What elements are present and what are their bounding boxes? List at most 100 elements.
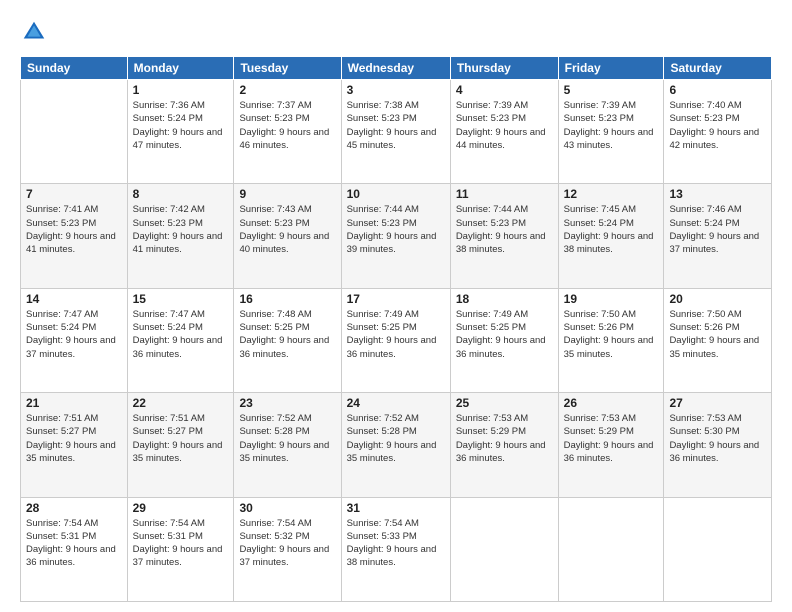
calendar-cell: 22Sunrise: 7:51 AMSunset: 5:27 PMDayligh…	[127, 393, 234, 497]
day-info: Sunrise: 7:38 AMSunset: 5:23 PMDaylight:…	[347, 99, 445, 152]
day-number: 8	[133, 187, 229, 201]
calendar-cell: 15 Sunrise: 7:47 AMSunset: 5:24 PMDayligh…	[127, 288, 234, 392]
calendar-cell: 14 Sunrise: 7:47 AMSunset: 5:24 PMDayligh…	[21, 288, 128, 392]
day-number: 3	[347, 83, 445, 97]
calendar-cell: 25 Sunrise: 7:53 AMSunset: 5:29 PMDayligh…	[450, 393, 558, 497]
day-info: Sunrise: 7:39 AMSunset: 5:23 PMDaylight:…	[456, 99, 553, 152]
calendar-cell	[450, 497, 558, 601]
logo	[20, 18, 52, 46]
day-info: Sunrise: 7:43 AMSunset: 5:23 PMDaylight:…	[239, 203, 335, 256]
day-info: Sunrise: 7:37 AMSunset: 5:23 PMDaylight:…	[239, 99, 335, 152]
day-info: Sunrise: 7:47 AMSunset: 5:24 PMDaylight:…	[26, 308, 122, 361]
calendar-week-row: 7 Sunrise: 7:41 AMSunset: 5:23 PMDaylight…	[21, 184, 772, 288]
weekday-header: Friday	[558, 57, 664, 80]
day-info: Sunrise: 7:47 AMSunset: 5:24 PMDaylight:…	[133, 308, 229, 361]
day-number: 1	[133, 83, 229, 97]
calendar-header-row: SundayMondayTuesdayWednesdayThursdayFrid…	[21, 57, 772, 80]
calendar-cell: 16 Sunrise: 7:48 AMSunset: 5:25 PMDayligh…	[234, 288, 341, 392]
page: SundayMondayTuesdayWednesdayThursdayFrid…	[0, 0, 792, 612]
day-number: 15	[133, 292, 229, 306]
day-number: 20	[669, 292, 766, 306]
calendar-cell: 20 Sunrise: 7:50 AMSunset: 5:26 PMDayligh…	[664, 288, 772, 392]
calendar-cell: 31 Sunrise: 7:54 AMSunset: 5:33 PMDayligh…	[341, 497, 450, 601]
calendar-cell: 6Sunrise: 7:40 AMSunset: 5:23 PMDaylight…	[664, 80, 772, 184]
calendar-week-row: 28Sunrise: 7:54 AMSunset: 5:31 PMDayligh…	[21, 497, 772, 601]
day-number: 5	[564, 83, 659, 97]
day-number: 16	[239, 292, 335, 306]
day-number: 19	[564, 292, 659, 306]
day-number: 7	[26, 187, 122, 201]
calendar-cell: 7 Sunrise: 7:41 AMSunset: 5:23 PMDaylight…	[21, 184, 128, 288]
day-number: 24	[347, 396, 445, 410]
day-number: 17	[347, 292, 445, 306]
day-info: Sunrise: 7:41 AMSunset: 5:23 PMDaylight:…	[26, 203, 122, 256]
day-number: 18	[456, 292, 553, 306]
calendar-cell: 1 Sunrise: 7:36 AMSunset: 5:24 PMDaylight…	[127, 80, 234, 184]
calendar-cell: 3 Sunrise: 7:38 AMSunset: 5:23 PMDaylight…	[341, 80, 450, 184]
day-info: Sunrise: 7:50 AMSunset: 5:26 PMDaylight:…	[669, 308, 766, 361]
weekday-header: Wednesday	[341, 57, 450, 80]
day-number: 29	[133, 501, 229, 515]
day-info: Sunrise: 7:53 AMSunset: 5:29 PMDaylight:…	[456, 412, 553, 465]
day-number: 4	[456, 83, 553, 97]
calendar-cell: 11 Sunrise: 7:44 AMSunset: 5:23 PMDayligh…	[450, 184, 558, 288]
calendar-cell: 8 Sunrise: 7:42 AMSunset: 5:23 PMDaylight…	[127, 184, 234, 288]
day-number: 30	[239, 501, 335, 515]
calendar-cell: 5 Sunrise: 7:39 AMSunset: 5:23 PMDaylight…	[558, 80, 664, 184]
calendar-cell	[558, 497, 664, 601]
calendar-cell: 17 Sunrise: 7:49 AMSunset: 5:25 PMDayligh…	[341, 288, 450, 392]
calendar-cell: 29Sunrise: 7:54 AMSunset: 5:31 PMDayligh…	[127, 497, 234, 601]
day-number: 6	[669, 83, 766, 97]
calendar-cell: 21 Sunrise: 7:51 AMSunset: 5:27 PMDayligh…	[21, 393, 128, 497]
day-number: 23	[239, 396, 335, 410]
day-info: Sunrise: 7:44 AMSunset: 5:23 PMDaylight:…	[456, 203, 553, 256]
calendar: SundayMondayTuesdayWednesdayThursdayFrid…	[20, 56, 772, 602]
weekday-header: Sunday	[21, 57, 128, 80]
calendar-cell: 27 Sunrise: 7:53 AMSunset: 5:30 PMDayligh…	[664, 393, 772, 497]
calendar-cell: 26 Sunrise: 7:53 AMSunset: 5:29 PMDayligh…	[558, 393, 664, 497]
calendar-cell	[664, 497, 772, 601]
day-info: Sunrise: 7:53 AMSunset: 5:30 PMDaylight:…	[669, 412, 766, 465]
calendar-week-row: 1 Sunrise: 7:36 AMSunset: 5:24 PMDaylight…	[21, 80, 772, 184]
day-info: Sunrise: 7:39 AMSunset: 5:23 PMDaylight:…	[564, 99, 659, 152]
day-info: Sunrise: 7:49 AMSunset: 5:25 PMDaylight:…	[347, 308, 445, 361]
calendar-cell: 9 Sunrise: 7:43 AMSunset: 5:23 PMDaylight…	[234, 184, 341, 288]
day-info: Sunrise: 7:48 AMSunset: 5:25 PMDaylight:…	[239, 308, 335, 361]
calendar-cell: 10Sunrise: 7:44 AMSunset: 5:23 PMDayligh…	[341, 184, 450, 288]
day-number: 31	[347, 501, 445, 515]
day-info: Sunrise: 7:46 AMSunset: 5:24 PMDaylight:…	[669, 203, 766, 256]
header	[20, 18, 772, 46]
day-info: Sunrise: 7:52 AMSunset: 5:28 PMDaylight:…	[239, 412, 335, 465]
calendar-cell: 2 Sunrise: 7:37 AMSunset: 5:23 PMDaylight…	[234, 80, 341, 184]
day-info: Sunrise: 7:42 AMSunset: 5:23 PMDaylight:…	[133, 203, 229, 256]
calendar-cell: 4 Sunrise: 7:39 AMSunset: 5:23 PMDaylight…	[450, 80, 558, 184]
calendar-cell	[21, 80, 128, 184]
day-info: Sunrise: 7:54 AMSunset: 5:32 PMDaylight:…	[239, 517, 335, 570]
day-number: 2	[239, 83, 335, 97]
day-number: 21	[26, 396, 122, 410]
day-info: Sunrise: 7:51 AMSunset: 5:27 PMDaylight:…	[133, 412, 229, 465]
calendar-cell: 28Sunrise: 7:54 AMSunset: 5:31 PMDayligh…	[21, 497, 128, 601]
calendar-body: 1 Sunrise: 7:36 AMSunset: 5:24 PMDaylight…	[21, 80, 772, 602]
day-number: 11	[456, 187, 553, 201]
day-info: Sunrise: 7:49 AMSunset: 5:25 PMDaylight:…	[456, 308, 553, 361]
day-info: Sunrise: 7:45 AMSunset: 5:24 PMDaylight:…	[564, 203, 659, 256]
day-number: 9	[239, 187, 335, 201]
calendar-week-row: 14 Sunrise: 7:47 AMSunset: 5:24 PMDayligh…	[21, 288, 772, 392]
calendar-cell: 19Sunrise: 7:50 AMSunset: 5:26 PMDayligh…	[558, 288, 664, 392]
calendar-cell: 12Sunrise: 7:45 AMSunset: 5:24 PMDayligh…	[558, 184, 664, 288]
day-number: 14	[26, 292, 122, 306]
weekday-header: Saturday	[664, 57, 772, 80]
day-number: 10	[347, 187, 445, 201]
day-number: 28	[26, 501, 122, 515]
day-info: Sunrise: 7:53 AMSunset: 5:29 PMDaylight:…	[564, 412, 659, 465]
weekday-header: Thursday	[450, 57, 558, 80]
day-info: Sunrise: 7:52 AMSunset: 5:28 PMDaylight:…	[347, 412, 445, 465]
day-number: 25	[456, 396, 553, 410]
day-info: Sunrise: 7:51 AMSunset: 5:27 PMDaylight:…	[26, 412, 122, 465]
day-info: Sunrise: 7:36 AMSunset: 5:24 PMDaylight:…	[133, 99, 229, 152]
day-number: 27	[669, 396, 766, 410]
calendar-cell: 18 Sunrise: 7:49 AMSunset: 5:25 PMDayligh…	[450, 288, 558, 392]
day-info: Sunrise: 7:54 AMSunset: 5:33 PMDaylight:…	[347, 517, 445, 570]
day-number: 26	[564, 396, 659, 410]
